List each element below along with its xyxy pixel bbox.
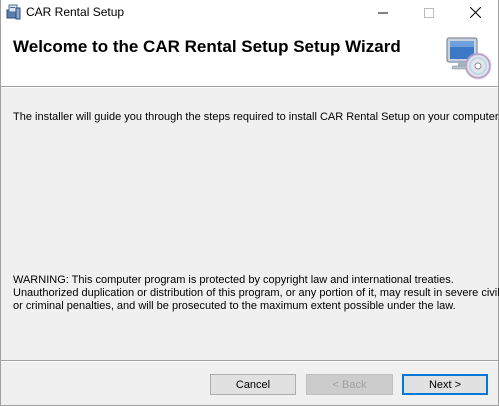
minimize-icon xyxy=(378,12,388,13)
close-button[interactable] xyxy=(452,0,498,25)
copyright-warning: WARNING: This computer program is protec… xyxy=(13,274,499,313)
wizard-title: Welcome to the CAR Rental Setup Setup Wi… xyxy=(13,37,401,56)
footer-divider xyxy=(1,360,498,362)
title-bar[interactable]: CAR Rental Setup xyxy=(1,0,498,25)
next-button[interactable]: Next > xyxy=(402,374,488,395)
banner-divider xyxy=(1,86,498,88)
maximize-icon xyxy=(424,7,434,18)
installer-app-icon xyxy=(6,4,22,20)
setup-window: CAR Rental Setup Welcome to the CAR Rent… xyxy=(0,0,499,406)
warning-line: WARNING: This computer program is protec… xyxy=(13,274,454,286)
window-title: CAR Rental Setup xyxy=(26,5,125,19)
intro-text: The installer will guide you through the… xyxy=(13,111,499,123)
warning-line: Unauthorized duplication or distribution… xyxy=(13,287,499,299)
wizard-banner: Welcome to the CAR Rental Setup Setup Wi… xyxy=(1,25,498,86)
computer-cd-icon xyxy=(444,36,492,80)
cancel-button[interactable]: Cancel xyxy=(210,374,296,395)
warning-line: or criminal penalties, and will be prose… xyxy=(13,300,456,312)
back-button[interactable]: < Back xyxy=(306,374,393,395)
close-icon xyxy=(469,7,481,18)
minimize-button[interactable] xyxy=(360,0,406,25)
maximize-button[interactable] xyxy=(406,0,452,25)
